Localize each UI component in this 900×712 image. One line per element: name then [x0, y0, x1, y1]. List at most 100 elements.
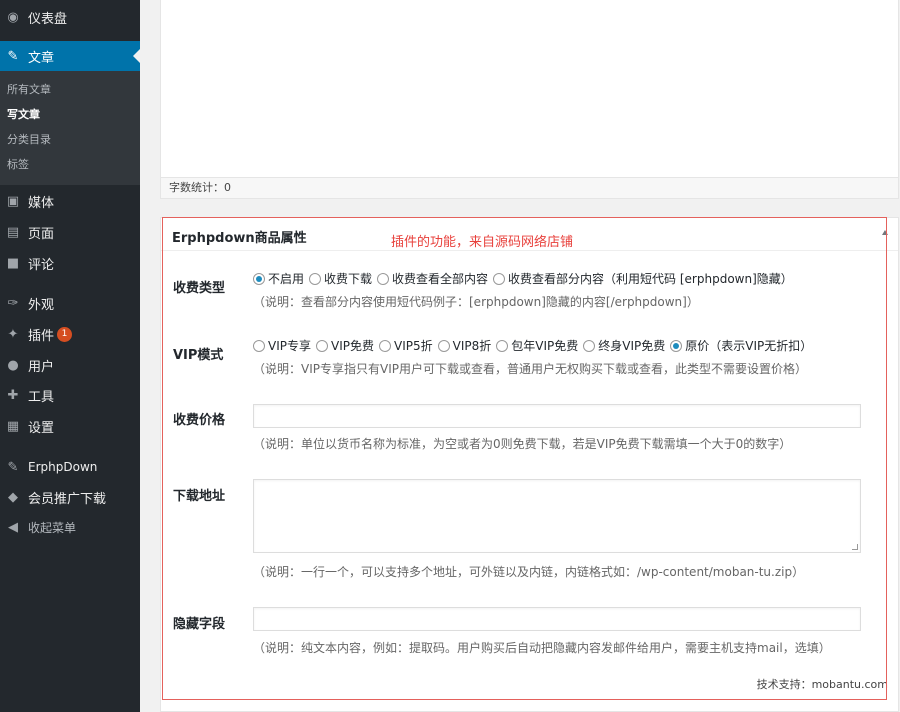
radio-label: 原价（表示VIP无折扣） [685, 339, 813, 353]
fee-type-option[interactable]: 收费下载 [309, 270, 372, 287]
fee-type-option[interactable]: 收费查看全部内容 [377, 270, 488, 287]
menu-item-media[interactable]: ▣ 媒体 [0, 186, 140, 216]
hidden-field-desc: （说明：纯文本内容，例如：提取码。用户购买后自动把隐藏内容发邮件给用户，需要主机… [253, 641, 831, 655]
update-count-badge: 1 [57, 326, 73, 342]
fee-type-label: 收费类型 [173, 281, 226, 296]
word-count: 字数统计：0 [169, 181, 231, 194]
menu-item-dashboard[interactable]: ◉ 仪表盘 [0, 2, 140, 32]
menu-label: 外观 [28, 297, 55, 313]
menu-item-appearance[interactable]: ✑ 外观 [0, 288, 140, 318]
menu-label: 文章 [28, 50, 55, 66]
post-editor[interactable]: 字数统计：0 [160, 0, 899, 199]
price-desc: （说明：单位以货币名称为标准，为空或者为0则免费下载，若是VIP免费下载需填一个… [253, 437, 792, 451]
submenu-all-posts[interactable]: 所有文章 [7, 82, 51, 98]
menu-item-settings[interactable]: ▦ 设置 [0, 411, 140, 441]
posts-submenu: 所有文章 写文章 分类目录 标签 [0, 71, 140, 185]
hidden-field-input[interactable] [253, 607, 861, 631]
price-label: 收费价格 [173, 413, 226, 428]
menu-label: ErphpDown [28, 460, 98, 474]
menu-item-posts[interactable]: ✎ 文章 [0, 41, 140, 71]
radio-label: 收费下载 [324, 272, 373, 286]
radio-button[interactable] [670, 339, 683, 352]
erphpdown-metabox: Erphpdown商品属性 插件的功能，来自源码网络店铺 收费类型 不启用 收费… [160, 217, 899, 712]
plugin-icon: ✦ [7, 326, 19, 342]
vip-mode-desc: （说明：VIP专享指只有VIP用户可下载或查看，普通用户无权购买下载或查看，此类… [253, 362, 807, 376]
download-url-desc: （说明：一行一个，可以支持多个地址，可外链以及内链，内链格式如：/wp-cont… [253, 565, 805, 579]
comment-icon: ■ [6, 255, 20, 271]
vip-mode-option[interactable]: VIP8折 [437, 337, 491, 354]
radio-button[interactable] [496, 339, 509, 352]
collapse-arrow-icon[interactable] [882, 230, 888, 235]
menu-item-member-promo[interactable]: ◆ 会员推广下载 [0, 482, 140, 512]
radio-button[interactable] [253, 339, 265, 352]
fee-type-option[interactable]: 收费查看部分内容（利用短代码 [erphpdown]隐藏） [493, 270, 793, 287]
annotation-note: 插件的功能，来自源码网络店铺 [391, 235, 574, 250]
fee-type-option[interactable]: 不启用 [253, 270, 304, 287]
submenu-tags[interactable]: 标签 [7, 157, 29, 173]
fee-type-radio-group: 不启用 收费下载 收费查看全部内容 收费查看部分内容（利用短代码 [erphpd… [253, 270, 798, 287]
menu-label: 仪表盘 [28, 11, 68, 27]
menu-label: 评论 [28, 257, 55, 273]
settings-icon: ▦ [6, 418, 20, 434]
appearance-icon: ✑ [7, 295, 19, 311]
price-input[interactable] [253, 404, 861, 428]
menu-label: 插件 [28, 328, 55, 344]
download-url-textarea[interactable] [253, 479, 861, 553]
admin-sidebar: ◉ 仪表盘 ✎ 文章 所有文章 写文章 分类目录 标签 ▣ 媒体 ▤ 页面 ■ … [0, 0, 140, 712]
editor-status-bar: 字数统计：0 [161, 177, 898, 198]
pin-icon: ✎ [7, 48, 19, 64]
radio-label: 收费查看部分内容（利用短代码 [erphpdown]隐藏） [508, 272, 793, 286]
vip-mode-option[interactable]: 终身VIP免费 [583, 337, 665, 354]
shield-icon: ◆ [8, 489, 18, 505]
menu-label: 会员推广下载 [28, 491, 107, 507]
vip-mode-option[interactable]: VIP专享 [253, 337, 311, 354]
menu-label: 收起菜单 [28, 520, 77, 535]
menu-label: 用户 [28, 359, 55, 375]
metabox-title: Erphpdown商品属性 [172, 231, 307, 246]
menu-label: 页面 [28, 226, 55, 242]
radio-button[interactable] [309, 272, 322, 285]
vip-mode-option[interactable]: 包年VIP免费 [496, 337, 578, 354]
vip-mode-option[interactable]: 原价（表示VIP无折扣） [670, 337, 812, 354]
vip-mode-option[interactable]: VIP5折 [379, 337, 433, 354]
radio-label: 收费查看全部内容 [392, 272, 489, 286]
menu-item-tools[interactable]: ✚ 工具 [0, 380, 140, 410]
resize-handle-icon[interactable] [852, 544, 858, 550]
vip-mode-label: VIP模式 [173, 348, 224, 363]
radio-button[interactable] [583, 339, 596, 352]
collapse-icon: ◀ [8, 519, 18, 535]
radio-label: 不启用 [268, 272, 305, 286]
radio-label: 包年VIP免费 [511, 339, 579, 353]
download-url-label: 下载地址 [173, 489, 226, 504]
erphpdown-icon: ✎ [7, 459, 19, 475]
user-icon: ● [7, 357, 19, 373]
menu-item-erphpdown[interactable]: ✎ ErphpDown [0, 452, 140, 482]
vip-mode-option[interactable]: VIP免费 [316, 337, 374, 354]
submenu-categories[interactable]: 分类目录 [7, 132, 51, 148]
media-icon: ▣ [6, 193, 20, 209]
radio-button[interactable] [316, 339, 328, 352]
page-icon: ▤ [6, 224, 20, 240]
submenu-new-post[interactable]: 写文章 [7, 107, 40, 123]
menu-item-plugins[interactable]: ✦ 插件 1 [0, 319, 140, 349]
menu-item-users[interactable]: ● 用户 [0, 350, 140, 380]
menu-label: 工具 [28, 389, 55, 405]
hidden-field-label: 隐藏字段 [173, 617, 226, 632]
radio-label: VIP免费 [331, 339, 374, 353]
tech-support-text: 技术支持：mobantu.com [756, 678, 888, 691]
radio-button[interactable] [253, 272, 265, 285]
menu-item-collapse[interactable]: ◀ 收起菜单 [0, 512, 140, 542]
radio-button[interactable] [379, 339, 391, 352]
vip-mode-radio-group: VIP专享 VIP免费 VIP5折 VIP8折 包年VIP免费 终身VIP免费 … [253, 337, 817, 354]
menu-label: 媒体 [28, 195, 55, 211]
radio-button[interactable] [493, 272, 506, 285]
radio-label: VIP5折 [394, 339, 433, 353]
menu-label: 设置 [28, 420, 55, 436]
radio-label: VIP专享 [268, 339, 311, 353]
menu-item-comments[interactable]: ■ 评论 [0, 248, 140, 278]
metabox-header[interactable]: Erphpdown商品属性 插件的功能，来自源码网络店铺 [161, 218, 898, 251]
menu-item-pages[interactable]: ▤ 页面 [0, 217, 140, 247]
fee-type-desc: （说明：查看部分内容使用短代码例子：[erphpdown]隐藏的内容[/erph… [253, 295, 699, 309]
radio-button[interactable] [377, 272, 390, 285]
radio-button[interactable] [437, 339, 450, 352]
